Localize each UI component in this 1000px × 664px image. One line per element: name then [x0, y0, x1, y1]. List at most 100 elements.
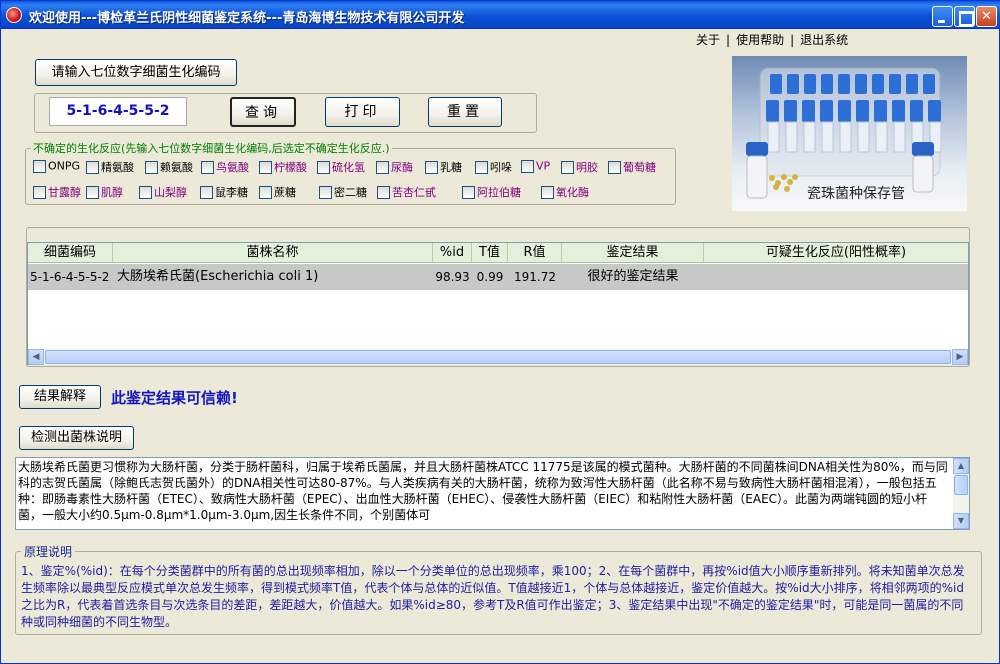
maximize-icon[interactable]	[954, 6, 975, 27]
menu-about[interactable]: 关于	[696, 31, 720, 48]
column-header-code[interactable]: 细菌编码	[28, 243, 113, 263]
checkbox-icon[interactable]	[561, 160, 574, 174]
checkbox-icon[interactable]	[521, 159, 534, 173]
close-icon[interactable]: ✕	[976, 6, 997, 27]
image-caption: 瓷珠菌种保存管	[807, 186, 905, 202]
checkbox-label: 鸟氨酸	[216, 161, 249, 174]
strain-description-textbox[interactable]: 大肠埃希氏菌更习惯称为大肠杆菌，分类于肠杆菌科，归属于埃希氏菌属，并且大肠杆菌株…	[15, 457, 970, 530]
checkbox-icon[interactable]	[139, 185, 152, 199]
scroll-down-icon[interactable]: ▼	[953, 513, 969, 529]
uncertain-reactions-legend: 不确定的生化反应(先输入七位数字细菌生化编码,后选定不确定生化反应.)	[31, 140, 392, 156]
checkbox-oxidase[interactable]: 氧化酶	[541, 184, 589, 200]
checkbox-mannitol[interactable]: 甘露醇	[33, 184, 81, 200]
checkbox-lysine[interactable]: 赖氨酸	[145, 159, 193, 175]
column-header-t[interactable]: T值	[472, 243, 508, 263]
checkbox-melibiose[interactable]: 密二糖	[319, 184, 367, 200]
scroll-left-icon[interactable]: ◀	[28, 349, 44, 365]
checkbox-icon[interactable]	[86, 160, 99, 174]
column-header-result[interactable]: 鉴定结果	[562, 243, 704, 263]
app-icon	[6, 7, 22, 23]
checkbox-label: 柠檬酸	[274, 161, 307, 174]
code-input[interactable]: 5-1-6-4-5-5-2	[49, 97, 187, 126]
scroll-up-icon[interactable]: ▲	[953, 458, 969, 474]
window-title: 欢迎使用---博检革兰氏阴性细菌鉴定系统---青岛海博生物技术有限公司开发	[29, 11, 465, 26]
checkbox-icon[interactable]	[259, 160, 272, 174]
checkbox-h2s[interactable]: 硫化氢	[317, 159, 365, 175]
checkbox-indole[interactable]: 吲哚	[475, 159, 512, 175]
checkbox-icon[interactable]	[33, 159, 46, 173]
checkbox-icon[interactable]	[33, 185, 46, 199]
scroll-thumb[interactable]	[45, 350, 951, 364]
checkbox-vp[interactable]: VP	[521, 159, 550, 175]
checkbox-icon[interactable]	[425, 160, 438, 174]
checkbox-label: 吲哚	[490, 161, 512, 174]
column-header-suspect-reactions[interactable]: 可疑生化反应(阳性概率)	[704, 243, 968, 263]
checkbox-citrate[interactable]: 柠檬酸	[259, 159, 307, 175]
checkbox-icon[interactable]	[475, 160, 488, 174]
checkbox-icon[interactable]	[319, 185, 332, 199]
checkbox-label: 肌醇	[101, 186, 123, 199]
menu-separator: |	[790, 33, 795, 47]
checkbox-lactose[interactable]: 乳糖	[425, 159, 462, 175]
results-table[interactable]: 细菌编码 菌株名称 %id T值 R值 鉴定结果 可疑生化反应(阳性概率) 5-…	[27, 242, 969, 365]
checkbox-label: 山梨醇	[154, 186, 187, 199]
checkbox-label: 硫化氢	[332, 161, 365, 174]
code-prompt-button[interactable]: 请输入七位数字细菌生化编码	[35, 59, 237, 86]
vertical-scrollbar[interactable]: ▲ ▼	[953, 458, 969, 529]
checkbox-ornithine[interactable]: 鸟氨酸	[201, 159, 249, 175]
cell-code: 5-1-6-4-5-5-2	[30, 270, 110, 284]
checkbox-gelatin[interactable]: 明胶	[561, 159, 598, 175]
checkbox-icon[interactable]	[200, 185, 213, 199]
checkbox-label: 氧化酶	[556, 186, 589, 199]
column-header-strain-name[interactable]: 菌株名称	[113, 243, 433, 263]
checkbox-label: 葡萄糖	[623, 161, 656, 174]
checkbox-icon[interactable]	[541, 185, 554, 199]
query-button[interactable]: 查询	[230, 97, 296, 127]
cell-result: 很好的鉴定结果	[587, 269, 679, 284]
checkbox-icon[interactable]	[201, 160, 214, 174]
checkbox-label: ONPG	[48, 159, 81, 173]
checkbox-icon[interactable]	[145, 160, 158, 174]
menu-help[interactable]: 使用帮助	[736, 31, 784, 48]
checkbox-inositol[interactable]: 肌醇	[86, 184, 123, 200]
checkbox-arabinose[interactable]: 阿拉伯糖	[462, 184, 521, 200]
checkbox-arginine[interactable]: 精氨酸	[86, 159, 134, 175]
checkbox-sucrose[interactable]: 蔗糖	[259, 184, 296, 200]
checkbox-onpg[interactable]: ONPG	[33, 159, 80, 175]
cell-t: 0.99	[476, 270, 504, 284]
table-row[interactable]: 5-1-6-4-5-5-2 大肠埃希氏菌(Escherichia coli 1)…	[28, 264, 968, 290]
checkbox-label: 蔗糖	[274, 186, 296, 199]
checkbox-icon[interactable]	[259, 185, 272, 199]
principle-legend: 原理说明	[21, 543, 76, 560]
checkbox-icon[interactable]	[376, 160, 389, 174]
horizontal-scrollbar[interactable]: ◀ ▶	[28, 349, 968, 365]
column-header-id[interactable]: %id	[433, 243, 472, 263]
checkbox-urease[interactable]: 尿酶	[376, 159, 413, 175]
strain-description-button[interactable]: 检测出菌株说明	[19, 426, 134, 450]
minimize-icon[interactable]	[932, 6, 953, 27]
title-bar[interactable]: 欢迎使用---博检革兰氏阴性细菌鉴定系统---青岛海博生物技术有限公司开发 ✕	[1, 1, 1000, 29]
explain-result-button[interactable]: 结果解释	[19, 385, 101, 409]
checkbox-icon[interactable]	[86, 185, 99, 199]
checkbox-amygdalin[interactable]: 苦杏仁甙	[377, 184, 436, 200]
scroll-right-icon[interactable]: ▶	[952, 349, 968, 365]
print-button[interactable]: 打印	[325, 97, 400, 127]
checkbox-label: 明胶	[576, 161, 598, 174]
menu-exit[interactable]: 退出系统	[800, 31, 848, 48]
scroll-thumb[interactable]	[954, 475, 968, 495]
checkbox-icon[interactable]	[462, 185, 475, 199]
reset-button[interactable]: 重置	[428, 97, 502, 127]
table-header: 细菌编码 菌株名称 %id T值 R值 鉴定结果 可疑生化反应(阳性概率)	[28, 243, 968, 263]
checkbox-glucose[interactable]: 葡萄糖	[608, 159, 656, 175]
checkbox-icon[interactable]	[608, 160, 621, 174]
checkbox-label: 尿酶	[391, 161, 413, 174]
strain-description-text: 大肠埃希氏菌更习惯称为大肠杆菌，分类于肠杆菌科，归属于埃希氏菌属，并且大肠杆菌株…	[18, 460, 948, 522]
checkbox-label: 鼠李糖	[215, 186, 248, 199]
verdict-text: 此鉴定结果可信赖!	[111, 389, 238, 407]
checkbox-sorbitol[interactable]: 山梨醇	[139, 184, 187, 200]
app-window: 欢迎使用---博检革兰氏阴性细菌鉴定系统---青岛海博生物技术有限公司开发 ✕ …	[0, 0, 1000, 664]
checkbox-icon[interactable]	[317, 160, 330, 174]
column-header-r[interactable]: R值	[508, 243, 562, 263]
checkbox-rhamnose[interactable]: 鼠李糖	[200, 184, 248, 200]
checkbox-icon[interactable]	[377, 185, 390, 199]
